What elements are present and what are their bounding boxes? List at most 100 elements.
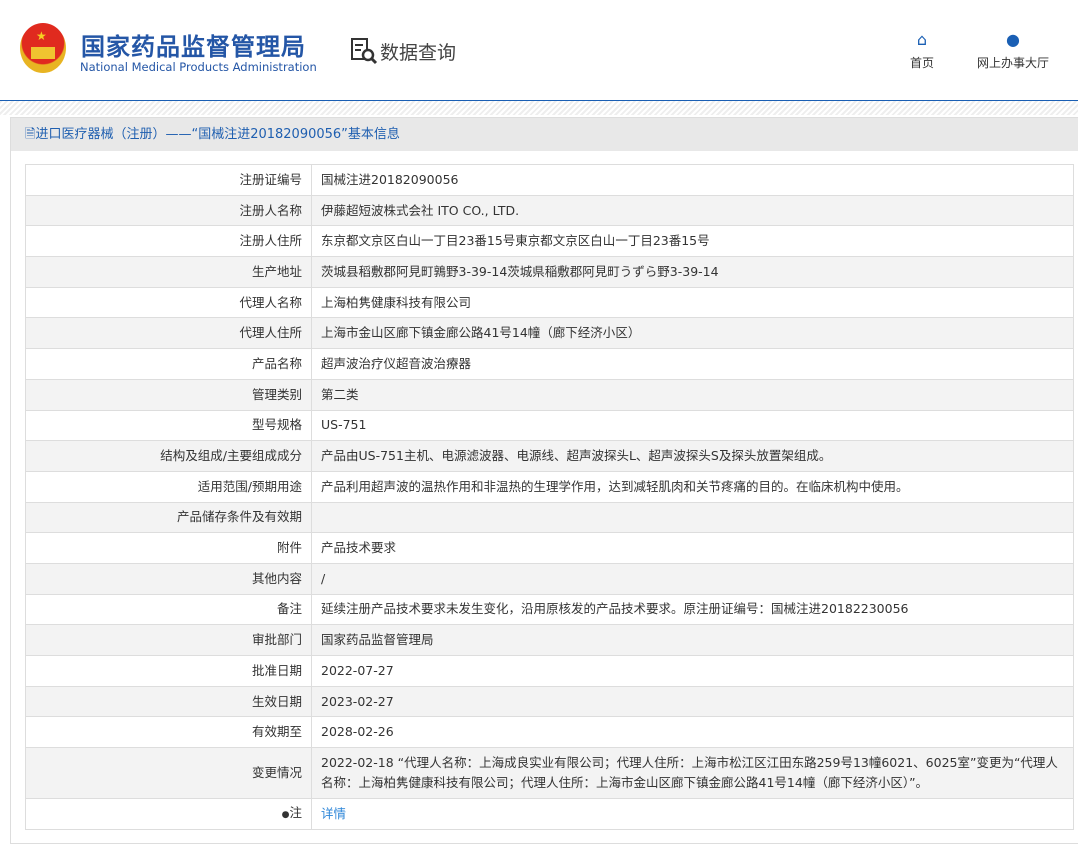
table-row: 代理人住所 上海市金山区廊下镇金廊公路41号14幢（廊下经济小区）: [25, 317, 1074, 350]
row-value: 伊藤超短波株式会社 ITO CO., LTD.: [311, 194, 1074, 227]
row-label-text: 注册人名称: [239, 202, 302, 218]
row-value: 上海市金山区廊下镇金廊公路41号14幢（廊下经济小区）: [311, 317, 1074, 350]
row-value: 2023-02-27: [311, 685, 1074, 718]
table-row: 适用范围/预期用途 产品利用超声波的温热作用和非温热的生理学作用，达到减轻肌肉和关…: [25, 470, 1074, 503]
row-value-text: 2022-02-18 “代理人名称：上海成良实业有限公司；代理人住所：上海市松江…: [321, 755, 1058, 791]
row-value-text: 上海柏隽健康科技有限公司: [321, 294, 472, 310]
row-label-text: 注册证编号: [239, 171, 302, 187]
row-value-text: 产品由US-751主机、电源滤波器、电源线、超声波探头L、超声波探头S及探头放置…: [321, 448, 832, 464]
row-label: 批准日期: [25, 655, 312, 687]
row-label-text: 注: [289, 804, 302, 820]
table-row: 注册人名称 伊藤超短波株式会社 ITO CO., LTD.: [25, 194, 1074, 227]
row-value: 东京都文京区白山一丁目23番15号東京都文京区白山一丁目23番15号: [311, 225, 1074, 258]
row-label: 代理人名称: [25, 286, 312, 319]
row-label: 生效日期: [25, 685, 312, 718]
row-label-text: 批准日期: [251, 662, 302, 678]
row-label-text: 变更情况: [251, 765, 302, 781]
row-value: 2022-02-18 “代理人名称：上海成良实业有限公司；代理人住所：上海市松江…: [311, 747, 1074, 800]
site-header: ★ 国家药品监督管理局 National Medical Products Ad…: [0, 0, 1078, 101]
info-table: 注册证编号 国械注进20182090056 注册人名称 伊藤超短波株式会社 ITO C…: [25, 164, 1074, 830]
row-label: 注册证编号: [25, 164, 312, 196]
details-link[interactable]: 详情: [321, 806, 346, 821]
panel-title-bar: 🗎进口医疗器械（注册）——“国械注进20182090056”基本信息: [11, 118, 1078, 151]
row-label-text: 管理类别: [251, 386, 302, 402]
table-row: 注册人住所 东京都文京区白山一丁目23番15号東京都文京区白山一丁目23番15号: [25, 225, 1074, 258]
row-value-text: 超声波治疗仪超音波治療器: [321, 355, 472, 371]
row-label-text: 注册人住所: [239, 233, 302, 249]
row-label-text: 生产地址: [251, 263, 302, 279]
row-label: 有效期至: [25, 716, 312, 749]
row-label: 备注: [25, 593, 312, 626]
home-icon: ⌂: [916, 30, 928, 49]
table-row: 管理类别 第二类: [25, 378, 1074, 411]
table-row: 有效期至 2028-02-26: [25, 716, 1074, 749]
table-row: 型号规格 US-751: [25, 409, 1074, 442]
row-value-text: 国家药品监督管理局: [321, 632, 434, 648]
row-value-text: 延续注册产品技术要求未发生变化，沿用原核发的产品技术要求。原注册证编号：国械注进…: [321, 601, 909, 617]
row-label: 注册人名称: [25, 194, 312, 227]
divider-stripe: [0, 101, 1078, 115]
row-label: 注册人住所: [25, 225, 312, 258]
row-label: 适用范围/预期用途: [25, 470, 312, 503]
table-row: 批准日期 2022-07-27: [25, 655, 1074, 687]
nav-online-hall-label: 网上办事大厅: [977, 56, 1050, 70]
table-row: 生产地址 茨城县稻敷郡阿見町鶉野3-39-14茨城県稲敷郡阿見町うずら野3-39-…: [25, 256, 1074, 288]
panel-title: 进口医疗器械（注册）——“国械注进20182090056”基本信息: [35, 127, 400, 142]
nav-home-label: 首页: [910, 56, 935, 70]
row-value-text: 2023-02-27: [321, 693, 394, 709]
nav-home[interactable]: ⌂ 首页: [910, 30, 934, 71]
row-value-text: /: [321, 570, 326, 586]
row-label-text: 附件: [276, 540, 302, 556]
table-row: 产品名称 超声波治疗仪超音波治療器: [25, 348, 1074, 380]
table-row: 变更情况 2022-02-18 “代理人名称：上海成良实业有限公司；代理人住所：上…: [25, 747, 1074, 800]
row-value: 上海柏隽健康科技有限公司: [311, 286, 1074, 319]
site-title: 国家药品监督管理局: [81, 33, 306, 61]
row-value: 国械注进20182090056: [311, 164, 1074, 196]
row-label: 管理类别: [25, 378, 312, 411]
site-title-en: National Medical Products Administration: [80, 60, 317, 74]
row-label: 生产地址: [25, 256, 312, 288]
table-row: 审批部门 国家药品监督管理局: [25, 624, 1074, 656]
table-row: ●注 详情: [25, 798, 1074, 830]
row-value: /: [311, 562, 1074, 595]
row-label-text: 代理人名称: [239, 294, 302, 310]
row-value: 产品技术要求: [311, 532, 1074, 564]
row-value-text: 产品利用超声波的温热作用和非温热的生理学作用，达到减轻肌肉和关节疼痛的目的。在临…: [321, 478, 909, 494]
row-value: 茨城县稻敷郡阿見町鶉野3-39-14茨城県稲敷郡阿見町うずら野3-39-14: [311, 256, 1074, 288]
row-label: 产品储存条件及有效期: [25, 501, 312, 534]
row-value: 产品利用超声波的温热作用和非温热的生理学作用，达到减轻肌肉和关节疼痛的目的。在临…: [311, 470, 1074, 503]
row-value-text: 国械注进20182090056: [321, 171, 459, 187]
national-emblem-logo: ★: [20, 23, 66, 73]
row-label: 代理人住所: [25, 317, 312, 350]
row-value: US-751: [311, 409, 1074, 442]
detail-panel: 🗎进口医疗器械（注册）——“国械注进20182090056”基本信息 注册证编号…: [10, 117, 1078, 844]
row-label-text: 适用范围/预期用途: [197, 478, 302, 494]
data-query-label: 数据查询: [380, 41, 457, 64]
row-label: 型号规格: [25, 409, 312, 442]
nav-online-hall[interactable]: ● 网上办事大厅: [977, 30, 1049, 71]
row-label-text: 生效日期: [251, 693, 302, 709]
row-value: 2028-02-26: [311, 716, 1074, 749]
row-label: 其他内容: [25, 562, 312, 595]
row-value-text: 第二类: [321, 386, 359, 402]
table-row: 生效日期 2023-02-27: [25, 685, 1074, 718]
table-row: 注册证编号 国械注进20182090056: [25, 164, 1074, 196]
table-row: 产品储存条件及有效期: [25, 501, 1074, 534]
row-label: ●注: [25, 798, 312, 830]
row-value-text: 2022-07-27: [321, 662, 394, 678]
row-label-text: 代理人住所: [239, 325, 302, 341]
user-icon: ●: [1006, 30, 1020, 49]
row-label-text: 型号规格: [251, 417, 302, 433]
row-label: 变更情况: [25, 747, 312, 800]
table-row: 结构及组成/主要组成成分 产品由US-751主机、电源滤波器、电源线、超声波探头L…: [25, 440, 1074, 472]
row-value-text: 2028-02-26: [321, 724, 394, 740]
document-search-icon: [351, 38, 378, 65]
row-label-text: 产品储存条件及有效期: [176, 509, 302, 525]
data-query-heading: 数据查询: [350, 37, 456, 65]
row-label-text: 其他内容: [251, 570, 302, 586]
row-label-text: 产品名称: [251, 355, 302, 371]
row-label-text: 有效期至: [251, 724, 302, 740]
row-value-text: 茨城县稻敷郡阿見町鶉野3-39-14茨城県稲敷郡阿見町うずら野3-39-14: [321, 263, 719, 279]
document-icon: 🗎: [25, 127, 36, 142]
row-value: 产品由US-751主机、电源滤波器、电源线、超声波探头L、超声波探头S及探头放置…: [311, 440, 1074, 472]
